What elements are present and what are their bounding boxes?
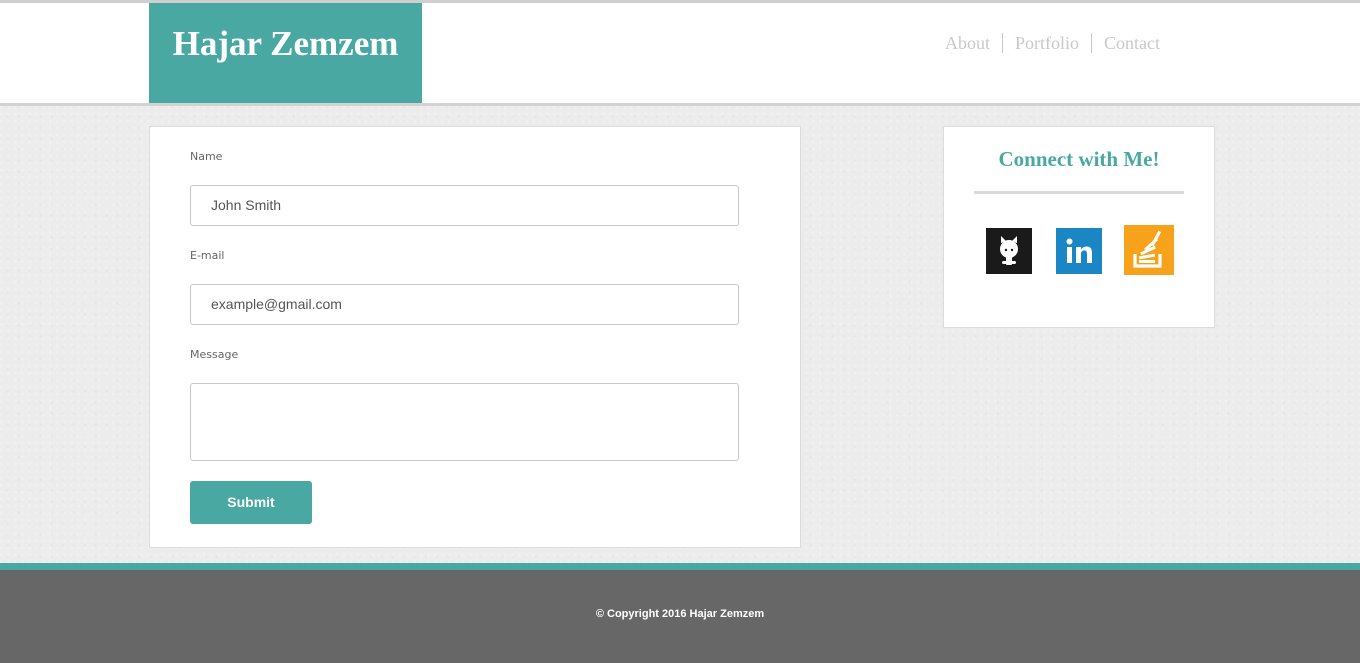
contact-form: Name John Smith E-mail example@gmail.com… <box>149 126 801 548</box>
connect-panel: Connect with Me! <box>943 126 1215 328</box>
github-icon[interactable] <box>986 228 1032 274</box>
brand-logo[interactable]: Hajar Zemzem <box>149 3 422 103</box>
email-label: E-mail <box>190 249 225 262</box>
copyright-text: © Copyright 2016 Hajar Zemzem <box>595 608 765 620</box>
email-field[interactable]: example@gmail.com <box>190 284 739 325</box>
submit-button[interactable]: Submit <box>190 481 312 524</box>
site-header: Hajar Zemzem About Portfolio Contact <box>0 3 1360 106</box>
stackoverflow-icon[interactable] <box>1124 225 1174 275</box>
main-nav: About Portfolio Contact <box>933 32 1160 54</box>
message-label: Message <box>190 348 239 361</box>
name-field[interactable]: John Smith <box>190 185 739 226</box>
linkedin-icon[interactable] <box>1056 228 1102 274</box>
site-footer: © Copyright 2016 Hajar Zemzem <box>0 570 1360 663</box>
nav-about[interactable]: About <box>933 32 1002 54</box>
nav-contact[interactable]: Contact <box>1092 32 1160 54</box>
name-label: Name <box>190 150 223 163</box>
connect-title: Connect with Me! <box>998 147 1160 171</box>
divider <box>974 191 1184 194</box>
nav-portfolio[interactable]: Portfolio <box>1003 32 1091 54</box>
message-field[interactable] <box>190 383 739 461</box>
footer-accent-bar <box>0 563 1360 570</box>
